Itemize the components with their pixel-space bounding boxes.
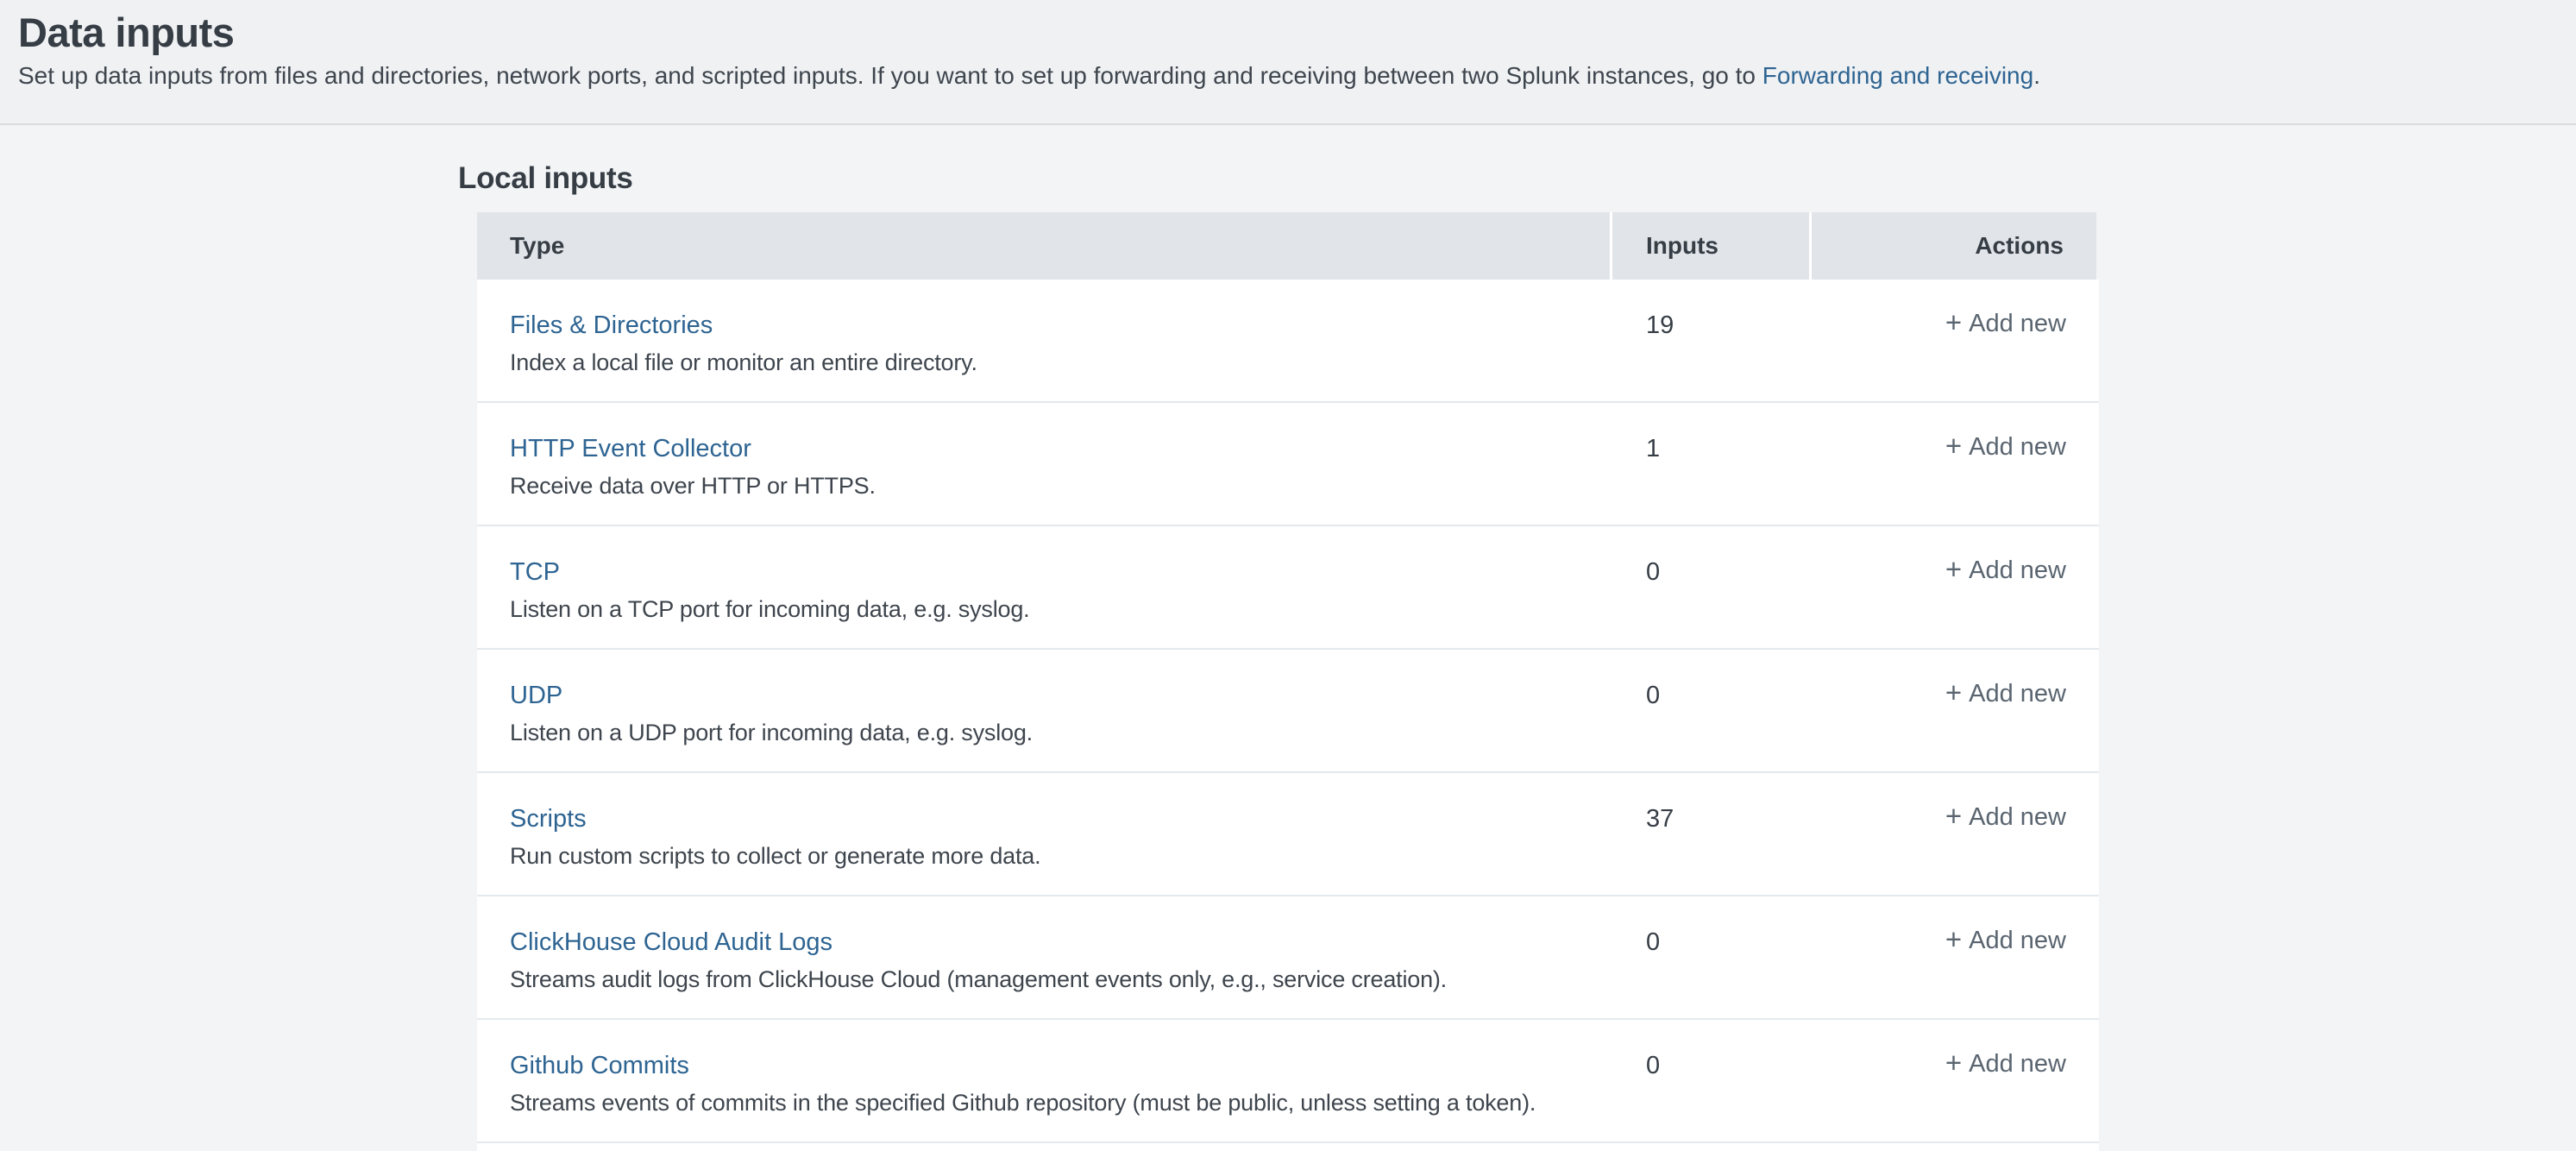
plus-icon: +: [1945, 433, 1962, 459]
input-type-description: Index a local file or monitor an entire …: [510, 348, 1612, 377]
column-header-inputs: Inputs: [1612, 212, 1812, 280]
table-row: ClickHouse Cloud Audit Logs Streams audi…: [477, 896, 2099, 1020]
input-type-link[interactable]: TCP: [510, 557, 560, 587]
local-inputs-table: Type Inputs Actions Files & Directories …: [477, 212, 2099, 1151]
plus-icon: +: [1945, 927, 1962, 953]
add-new-button[interactable]: + Add new: [1945, 803, 2066, 832]
local-inputs-heading: Local inputs: [458, 160, 2576, 196]
add-new-label: Add new: [1969, 310, 2066, 338]
inputs-count: 19: [1612, 280, 1812, 401]
inputs-count: 0: [1612, 1020, 1812, 1142]
add-new-button[interactable]: + Add new: [1945, 1050, 2066, 1079]
column-header-actions: Actions: [1812, 212, 2096, 280]
table-row: Scripts Run custom scripts to collect or…: [477, 773, 2099, 896]
add-new-label: Add new: [1969, 680, 2066, 708]
actions-cell: + Add new: [1812, 773, 2099, 895]
plus-icon: +: [1945, 1050, 1962, 1076]
subtitle-suffix: .: [2033, 62, 2040, 89]
subtitle-text: Set up data inputs from files and direct…: [18, 62, 1762, 89]
actions-cell: + Add new: [1812, 650, 2099, 771]
page-subtitle: Set up data inputs from files and direct…: [18, 62, 2576, 89]
type-cell: HTTP Event Collector Receive data over H…: [477, 403, 1612, 525]
type-cell: Scripts Run custom scripts to collect or…: [477, 773, 1612, 895]
add-new-button[interactable]: + Add new: [1945, 433, 2066, 462]
actions-cell: + Add new: [1812, 280, 2099, 401]
actions-cell: + Add new: [1812, 896, 2099, 1018]
partial-next-row: [477, 1143, 2099, 1151]
input-type-link[interactable]: HTTP Event Collector: [510, 434, 751, 463]
table-row: Github Commits Streams events of commits…: [477, 1020, 2099, 1143]
actions-cell: + Add new: [1812, 403, 2099, 525]
plus-icon: +: [1945, 310, 1962, 336]
input-type-link[interactable]: Scripts: [510, 804, 587, 833]
type-cell: TCP Listen on a TCP port for incoming da…: [477, 526, 1612, 648]
table-row: UDP Listen on a UDP port for incoming da…: [477, 650, 2099, 773]
table-row: Files & Directories Index a local file o…: [477, 280, 2099, 403]
page-header: Data inputs Set up data inputs from file…: [0, 0, 2576, 125]
inputs-count: 0: [1612, 650, 1812, 771]
input-type-description: Listen on a TCP port for incoming data, …: [510, 594, 1612, 624]
main-content: Local inputs Type Inputs Actions Files &…: [0, 160, 2576, 1151]
add-new-button[interactable]: + Add new: [1945, 927, 2066, 955]
add-new-label: Add new: [1969, 927, 2066, 955]
input-type-link[interactable]: UDP: [510, 681, 562, 710]
inputs-count: 0: [1612, 526, 1812, 648]
page-title: Data inputs: [18, 9, 2576, 56]
input-type-link[interactable]: Files & Directories: [510, 311, 713, 340]
actions-cell: + Add new: [1812, 1020, 2099, 1142]
add-new-label: Add new: [1969, 557, 2066, 585]
actions-cell: + Add new: [1812, 526, 2099, 648]
inputs-count: 1: [1612, 403, 1812, 525]
add-new-button[interactable]: + Add new: [1945, 680, 2066, 708]
plus-icon: +: [1945, 557, 1962, 582]
input-type-description: Streams events of commits in the specifi…: [510, 1088, 1612, 1117]
add-new-label: Add new: [1969, 1050, 2066, 1079]
type-cell: Files & Directories Index a local file o…: [477, 280, 1612, 401]
type-cell: UDP Listen on a UDP port for incoming da…: [477, 650, 1612, 771]
table-row: HTTP Event Collector Receive data over H…: [477, 403, 2099, 526]
add-new-label: Add new: [1969, 433, 2066, 462]
input-type-description: Listen on a UDP port for incoming data, …: [510, 718, 1612, 747]
add-new-label: Add new: [1969, 803, 2066, 832]
table-row: TCP Listen on a TCP port for incoming da…: [477, 526, 2099, 650]
type-cell: Github Commits Streams events of commits…: [477, 1020, 1612, 1142]
type-cell: ClickHouse Cloud Audit Logs Streams audi…: [477, 896, 1612, 1018]
plus-icon: +: [1945, 803, 1962, 829]
add-new-button[interactable]: + Add new: [1945, 557, 2066, 585]
input-type-description: Run custom scripts to collect or generat…: [510, 841, 1612, 871]
input-type-link[interactable]: Github Commits: [510, 1051, 689, 1080]
input-type-description: Streams audit logs from ClickHouse Cloud…: [510, 965, 1612, 994]
inputs-count: 0: [1612, 896, 1812, 1018]
forwarding-and-receiving-link[interactable]: Forwarding and receiving: [1762, 62, 2033, 89]
add-new-button[interactable]: + Add new: [1945, 310, 2066, 338]
input-type-description: Receive data over HTTP or HTTPS.: [510, 471, 1612, 500]
column-header-type: Type: [477, 212, 1612, 280]
inputs-count: 37: [1612, 773, 1812, 895]
table-header-row: Type Inputs Actions: [477, 212, 2099, 280]
input-type-link[interactable]: ClickHouse Cloud Audit Logs: [510, 928, 832, 957]
plus-icon: +: [1945, 680, 1962, 706]
data-inputs-page: Data inputs Set up data inputs from file…: [0, 0, 2576, 1151]
